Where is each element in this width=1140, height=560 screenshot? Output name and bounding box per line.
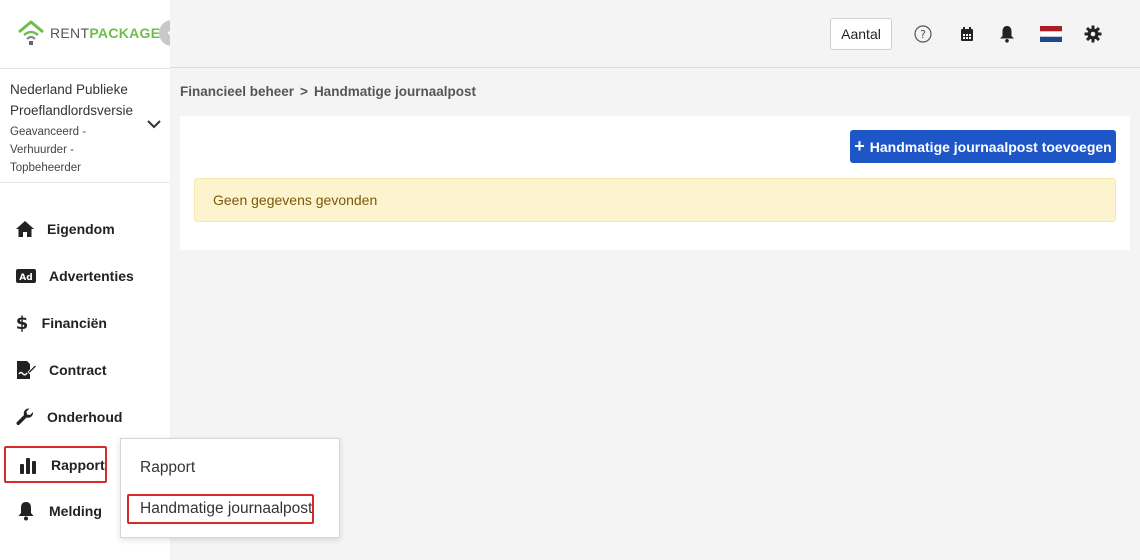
sidebar-item-contract[interactable]: Contract — [4, 351, 107, 388]
bell-icon — [15, 500, 37, 522]
top-bar: Aantal ? — [170, 0, 1140, 68]
empty-state-alert: Geen gegevens gevonden — [194, 178, 1116, 222]
empty-state-message: Geen gegevens gevonden — [213, 192, 378, 208]
plus-icon: + — [854, 136, 865, 156]
submenu-item-rapport[interactable]: Rapport — [127, 453, 195, 483]
brand-logo[interactable]: RENTPACKAGE — [16, 18, 160, 48]
sidebar-item-label: Contract — [49, 361, 107, 378]
bar-chart-icon — [17, 454, 39, 476]
breadcrumb-parent[interactable]: Financieel beheer — [180, 84, 294, 99]
sidebar-item-onderhoud[interactable]: Onderhoud — [4, 398, 122, 435]
sidebar-item-rapport[interactable]: Rapport — [4, 446, 107, 483]
contract-icon — [15, 359, 37, 381]
sidebar-item-label: Financiën — [41, 314, 107, 331]
calendar-icon[interactable] — [957, 24, 977, 44]
add-journal-entry-button[interactable]: + Handmatige journaalpost toevoegen — [850, 130, 1116, 163]
sidebar-item-advertenties[interactable]: Ad Advertenties — [4, 257, 134, 294]
breadcrumb-current: Handmatige journaalpost — [313, 84, 476, 99]
breadcrumb: Financieel beheer > Handmatige journaalpos… — [180, 84, 476, 99]
sidebar-item-label: Eigendom — [47, 220, 115, 237]
brand-name: RENTPACKAGE — [50, 25, 161, 41]
svg-text:Ad: Ad — [19, 273, 32, 283]
account-switcher[interactable]: Nederland Publieke Proeflandlordsversie … — [0, 68, 170, 183]
gear-icon[interactable] — [1083, 24, 1103, 44]
help-icon[interactable]: ? — [913, 24, 933, 44]
rapport-submenu: Rapport Handmatige journaalpost — [120, 438, 340, 538]
notification-bell-icon[interactable] — [997, 24, 1017, 44]
sidebar-item-financien[interactable]: $ Financiën — [4, 304, 107, 341]
logo-icon — [18, 20, 44, 45]
netherlands-flag-icon[interactable] — [1040, 24, 1062, 44]
chevron-down-icon[interactable] — [147, 119, 161, 129]
breadcrumb-separator: > — [300, 84, 308, 99]
account-name: Nederland Publieke Proeflandlordsversie — [10, 82, 134, 118]
content-card: + Handmatige journaalpost toevoegen Geen… — [180, 116, 1130, 250]
sidebar-item-eigendom[interactable]: Eigendom — [4, 210, 115, 247]
svg-text:$: $ — [16, 313, 29, 333]
submenu-item-handmatige-journaalpost[interactable]: Handmatige journaalpost — [127, 494, 315, 524]
dollar-icon: $ — [15, 312, 30, 334]
sidebar-item-label: Advertenties — [49, 267, 134, 284]
sidebar-item-melding[interactable]: Melding — [4, 492, 107, 529]
sidebar-item-label: Melding — [49, 502, 102, 519]
aantal-button[interactable]: Aantal — [830, 18, 892, 50]
sidebar-item-label: Rapport — [51, 456, 105, 473]
home-icon — [15, 218, 35, 240]
sidebar-item-label: Onderhoud — [47, 408, 123, 425]
ad-icon: Ad — [15, 265, 37, 287]
wrench-icon — [15, 406, 35, 428]
svg-text:?: ? — [920, 28, 926, 41]
add-button-label: Handmatige journaalpost toevoegen — [869, 138, 1112, 155]
account-role: Geavanceerd - Verhuurder - Topbeheerder — [10, 126, 87, 174]
